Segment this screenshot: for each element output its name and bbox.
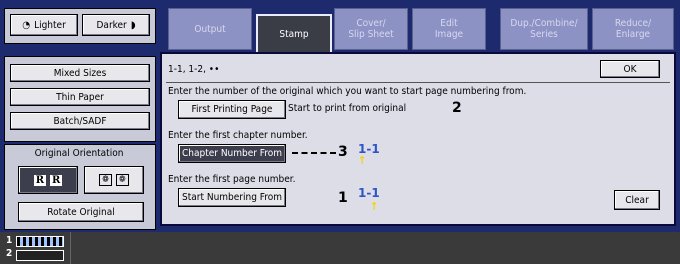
- tab-dup-label-1: Dup./Combine/: [510, 18, 578, 29]
- batch-sadf-label: Batch/SADF: [53, 115, 107, 127]
- left-panel: ◔ Lighter Darker ◗ Mixed Sizes Thin Pape…: [4, 8, 156, 230]
- lighter-label: Lighter: [34, 19, 66, 31]
- up-arrow-icon: ↑: [370, 200, 379, 213]
- mixed-sizes-label: Mixed Sizes: [53, 67, 107, 79]
- portrait-original-icon: R: [33, 174, 46, 186]
- tray-2-paper-icon[interactable]: [16, 250, 64, 261]
- stamp-panel: 1-1, 1-2, •• OK Enter the number of the …: [160, 52, 676, 226]
- orientation-title: Original Orientation: [34, 148, 124, 159]
- page-sample-number: 1-1: [358, 186, 380, 200]
- thin-paper-button[interactable]: Thin Paper: [10, 88, 150, 106]
- callout-2: 2: [452, 100, 462, 116]
- instruction-page: Enter the first page number.: [168, 174, 296, 185]
- orientation-landscape-button[interactable]: ❁ ❁: [84, 166, 144, 194]
- tab-cover-label-1: Cover/: [356, 18, 386, 29]
- landscape-copy-icon: ❁: [116, 174, 129, 186]
- callout-1: 1: [338, 190, 348, 206]
- tab-reduce-label-2: Enlarge: [615, 29, 651, 40]
- half-circle-right-icon: ◗: [130, 19, 136, 31]
- tab-dup-label-2: Series: [530, 29, 558, 40]
- tray-2-label: 2: [6, 248, 13, 259]
- start-print-text: Start to print from original: [288, 103, 407, 114]
- start-numbering-from-label: Start Numbering From: [182, 192, 282, 203]
- instruction-chapter: Enter the first chapter number.: [168, 130, 308, 141]
- tab-edit-label-1: Edit: [440, 18, 458, 29]
- instruction-original: Enter the number of the original which y…: [168, 86, 527, 97]
- chapter-number-from-label: Chapter Number From: [181, 148, 283, 159]
- rotate-original-label: Rotate Original: [47, 206, 115, 218]
- darker-button[interactable]: Darker ◗: [82, 14, 150, 36]
- tab-cover-label-2: Slip Sheet: [348, 29, 394, 40]
- app-window: ◔ Lighter Darker ◗ Mixed Sizes Thin Pape…: [0, 0, 680, 232]
- clear-label: Clear: [625, 194, 649, 206]
- tab-edit-label-2: Image: [434, 29, 464, 40]
- tab-edit-image[interactable]: Edit Image: [412, 8, 486, 50]
- ok-button[interactable]: OK: [600, 60, 660, 78]
- thin-paper-label: Thin Paper: [56, 91, 104, 103]
- tab-output-label: Output: [194, 23, 226, 35]
- callout-3: 3: [338, 144, 348, 160]
- first-printing-page-label: First Printing Page: [191, 104, 273, 115]
- chapter-number-from-button[interactable]: Chapter Number From: [178, 144, 286, 163]
- darker-label: Darker: [96, 19, 127, 31]
- batch-sadf-button[interactable]: Batch/SADF: [10, 112, 150, 130]
- lighter-button[interactable]: ◔ Lighter: [10, 14, 78, 36]
- panel-title: 1-1, 1-2, ••: [168, 64, 220, 75]
- callout-3-dashes: [292, 152, 336, 154]
- tab-dup-combine-series[interactable]: Dup./Combine/ Series: [500, 8, 588, 50]
- up-arrow-icon: ↑: [358, 154, 367, 167]
- tray-1-label: 1: [6, 235, 13, 246]
- tab-output[interactable]: Output: [168, 8, 252, 50]
- tab-cover-slip-sheet[interactable]: Cover/ Slip Sheet: [334, 8, 408, 50]
- portrait-copy-icon: R: [50, 174, 63, 186]
- mixed-sizes-button[interactable]: Mixed Sizes: [10, 64, 150, 82]
- orientation-portrait-button[interactable]: R R: [18, 166, 78, 194]
- first-printing-page-button[interactable]: First Printing Page: [178, 100, 286, 119]
- tab-reduce-label-1: Reduce/: [614, 18, 652, 29]
- tray-status-area: 1 2: [0, 232, 71, 264]
- tab-reduce-enlarge[interactable]: Reduce/ Enlarge: [592, 8, 674, 50]
- tray-1-paper-icon[interactable]: [16, 236, 64, 247]
- paper-tray-bar: 1 2: [0, 232, 680, 264]
- landscape-original-icon: ❁: [99, 174, 112, 186]
- ok-label: OK: [623, 63, 637, 75]
- half-circle-left-icon: ◔: [22, 19, 31, 31]
- start-numbering-from-button[interactable]: Start Numbering From: [178, 188, 286, 207]
- rotate-original-button[interactable]: Rotate Original: [18, 202, 144, 222]
- clear-button[interactable]: Clear: [614, 190, 660, 210]
- title-divider: [166, 82, 670, 83]
- tab-stamp[interactable]: Stamp: [256, 14, 332, 54]
- tab-stamp-label: Stamp: [279, 28, 309, 40]
